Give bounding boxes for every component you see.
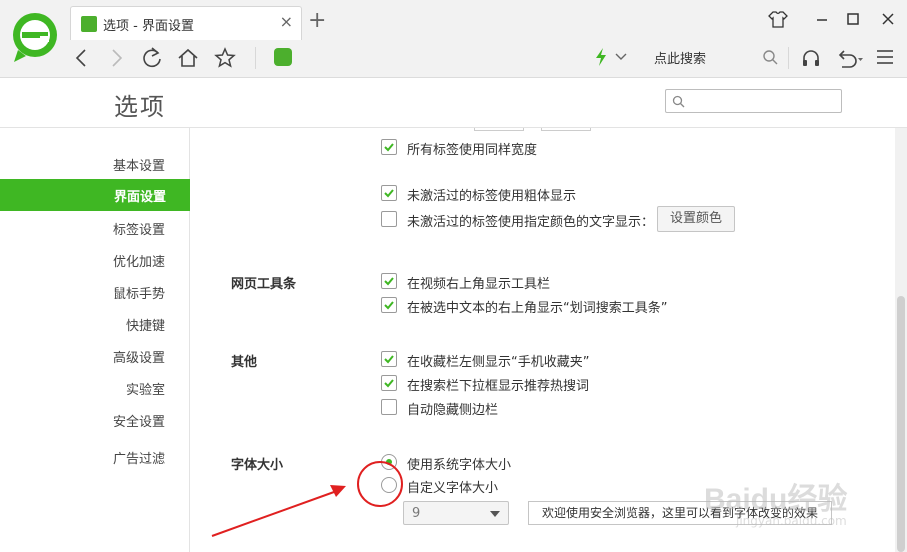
option-label: 在收藏栏左侧显示“手机收藏夹”: [407, 355, 590, 370]
menu-icon[interactable]: [876, 49, 894, 65]
tab-title: 选项 - 界面设置: [103, 19, 194, 34]
star-icon[interactable]: [211, 44, 239, 72]
option-label: 在被选中文本的右上角显示“划词搜索工具条”: [407, 301, 668, 316]
sidebar-item-optimize[interactable]: 优化加速: [113, 251, 165, 270]
sidebar-item-tabs[interactable]: 标签设置: [113, 219, 165, 238]
browser-logo-icon: [13, 13, 57, 62]
forward-arrow-icon[interactable]: [102, 44, 130, 72]
cutoff-input[interactable]: [541, 128, 591, 131]
font-size-value: 9: [412, 506, 421, 521]
radio-selected[interactable]: [381, 454, 397, 470]
check-icon: [384, 355, 394, 364]
section-label-font-size: 字体大小: [231, 458, 284, 473]
section-label-other: 其他: [231, 355, 258, 370]
sidebar-item-interface[interactable]: 界面设置: [0, 179, 190, 211]
checkbox-checked[interactable]: [381, 297, 397, 313]
skin-icon[interactable]: [766, 8, 790, 30]
tab-options[interactable]: 选项 - 界面设置 ×: [70, 6, 302, 40]
headphones-icon[interactable]: [800, 47, 822, 69]
option-label: 使用系统字体大小: [407, 458, 512, 473]
option-label: 自动隐藏侧边栏: [407, 403, 499, 418]
check-icon: [384, 277, 394, 286]
page-title: 选项: [114, 93, 166, 121]
sidebar-item-advanced[interactable]: 高级设置: [113, 347, 165, 366]
toolbar-divider: [255, 47, 256, 69]
option-label: 在搜索栏下拉框显示推荐热搜词: [407, 379, 590, 394]
search-icon[interactable]: [762, 49, 778, 65]
checkbox-unchecked[interactable]: [381, 399, 397, 415]
radio-unselected[interactable]: [381, 477, 397, 493]
minimize-icon[interactable]: [810, 8, 834, 30]
sidebar-item-adblock[interactable]: 广告过滤: [113, 448, 165, 467]
close-window-icon[interactable]: [876, 8, 900, 30]
option-label: 所有标签使用同样宽度: [407, 143, 538, 158]
scrollbar-thumb[interactable]: [897, 296, 905, 552]
set-color-button[interactable]: 设置颜色: [657, 206, 735, 232]
checkbox-checked[interactable]: [381, 273, 397, 289]
sidebar-item-gestures[interactable]: 鼠标手势: [113, 283, 165, 302]
section-label-web-toolbar: 网页工具条: [231, 277, 297, 292]
option-label: 未激活过的标签使用粗体显示: [407, 189, 577, 204]
new-tab-button[interactable]: +: [308, 8, 326, 34]
option-label: 在视频右上角显示工具栏: [407, 277, 551, 292]
browser-toolbar: 选项 - 界面设置 × + 点此搜索: [0, 0, 907, 78]
option-label: 未激活过的标签使用指定颜色的文字显示：: [407, 215, 655, 230]
watermark-text: Baidu经验: [704, 483, 848, 516]
lightning-icon[interactable]: [594, 48, 608, 66]
shield-plus-icon[interactable]: [274, 48, 292, 66]
content-scrollbar[interactable]: [895, 128, 907, 552]
search-icon: [672, 95, 685, 108]
checkbox-checked[interactable]: [381, 351, 397, 367]
radio-dot: [386, 459, 392, 465]
option-label: 自定义字体大小: [407, 481, 499, 496]
undo-close-tab-icon[interactable]: [834, 47, 864, 69]
sidebar-item-basic[interactable]: 基本设置: [113, 155, 165, 174]
checkbox-unchecked[interactable]: [381, 211, 397, 227]
checkbox-checked[interactable]: [381, 375, 397, 391]
check-icon: [384, 379, 394, 388]
sidebar-item-label: 界面设置: [113, 190, 166, 205]
back-arrow-icon[interactable]: [68, 44, 96, 72]
font-size-select[interactable]: 9: [403, 501, 509, 525]
sidebar-item-security[interactable]: 安全设置: [113, 411, 165, 430]
check-icon: [384, 189, 394, 198]
options-sidebar: 基本设置 界面设置 标签设置 优化加速 鼠标手势 快捷键 高级设置 实验室 安全…: [0, 128, 190, 552]
refresh-icon[interactable]: [138, 44, 166, 72]
sidebar-item-lab[interactable]: 实验室: [126, 379, 165, 398]
check-icon: [384, 143, 394, 152]
maximize-icon[interactable]: [841, 8, 865, 30]
wrench-icon: [81, 16, 97, 32]
cutoff-input[interactable]: [474, 128, 524, 131]
checkbox-checked[interactable]: [381, 139, 397, 155]
check-icon: [384, 301, 394, 310]
dropdown-arrow-icon: [490, 511, 500, 517]
checkbox-checked[interactable]: [381, 185, 397, 201]
sidebar-item-shortcuts[interactable]: 快捷键: [126, 315, 165, 334]
toolbar-divider: [788, 47, 789, 69]
watermark: Baidu经验 jingyan.baidu.com: [700, 466, 860, 536]
search-engine-label[interactable]: 点此搜索: [654, 48, 706, 67]
tab-close-button[interactable]: ×: [280, 12, 293, 31]
watermark-subtext: jingyan.baidu.com: [736, 514, 847, 528]
chevron-down-icon[interactable]: [614, 50, 628, 64]
home-icon[interactable]: [174, 44, 202, 72]
options-search-input[interactable]: [665, 89, 842, 113]
